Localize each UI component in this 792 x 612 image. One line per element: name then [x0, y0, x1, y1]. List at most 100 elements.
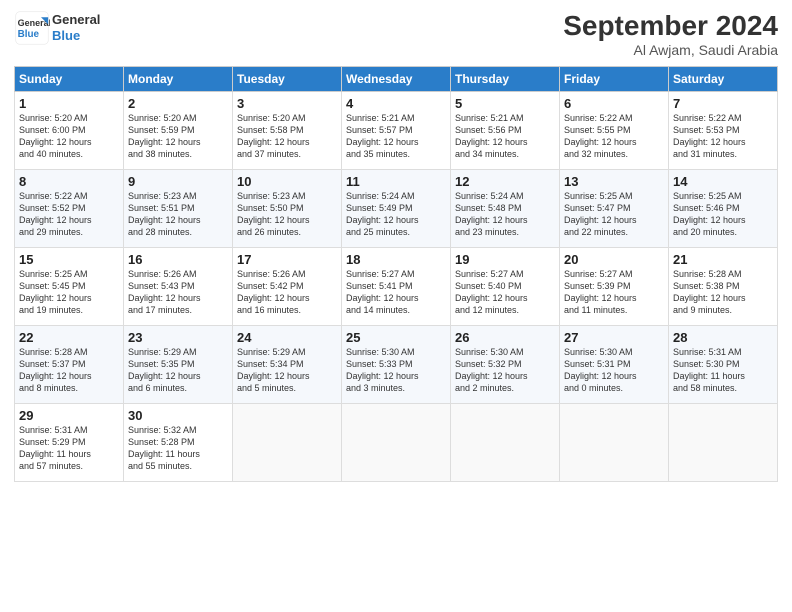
day-header-saturday: Saturday	[669, 67, 778, 92]
day-number: 19	[455, 252, 555, 267]
day-number: 29	[19, 408, 119, 423]
day-details: Sunrise: 5:29 AMSunset: 5:34 PMDaylight:…	[237, 346, 337, 395]
day-number: 4	[346, 96, 446, 111]
day-number: 10	[237, 174, 337, 189]
day-number: 12	[455, 174, 555, 189]
location-subtitle: Al Awjam, Saudi Arabia	[563, 42, 778, 58]
calendar-cell: 16Sunrise: 5:26 AMSunset: 5:43 PMDayligh…	[124, 248, 233, 326]
day-number: 15	[19, 252, 119, 267]
day-number: 3	[237, 96, 337, 111]
day-details: Sunrise: 5:31 AMSunset: 5:29 PMDaylight:…	[19, 424, 119, 473]
day-details: Sunrise: 5:31 AMSunset: 5:30 PMDaylight:…	[673, 346, 773, 395]
day-details: Sunrise: 5:24 AMSunset: 5:48 PMDaylight:…	[455, 190, 555, 239]
calendar-cell: 20Sunrise: 5:27 AMSunset: 5:39 PMDayligh…	[560, 248, 669, 326]
calendar-cell: 15Sunrise: 5:25 AMSunset: 5:45 PMDayligh…	[15, 248, 124, 326]
day-header-thursday: Thursday	[451, 67, 560, 92]
calendar-cell: 17Sunrise: 5:26 AMSunset: 5:42 PMDayligh…	[233, 248, 342, 326]
day-number: 26	[455, 330, 555, 345]
day-details: Sunrise: 5:20 AMSunset: 6:00 PMDaylight:…	[19, 112, 119, 161]
calendar-cell: 29Sunrise: 5:31 AMSunset: 5:29 PMDayligh…	[15, 404, 124, 482]
calendar-cell: 22Sunrise: 5:28 AMSunset: 5:37 PMDayligh…	[15, 326, 124, 404]
calendar-cell	[669, 404, 778, 482]
day-number: 11	[346, 174, 446, 189]
day-details: Sunrise: 5:25 AMSunset: 5:45 PMDaylight:…	[19, 268, 119, 317]
calendar-body: 1Sunrise: 5:20 AMSunset: 6:00 PMDaylight…	[15, 92, 778, 482]
calendar-cell	[233, 404, 342, 482]
day-number: 17	[237, 252, 337, 267]
day-header-friday: Friday	[560, 67, 669, 92]
day-number: 13	[564, 174, 664, 189]
calendar-week-4: 22Sunrise: 5:28 AMSunset: 5:37 PMDayligh…	[15, 326, 778, 404]
day-details: Sunrise: 5:20 AMSunset: 5:59 PMDaylight:…	[128, 112, 228, 161]
day-details: Sunrise: 5:27 AMSunset: 5:41 PMDaylight:…	[346, 268, 446, 317]
day-details: Sunrise: 5:22 AMSunset: 5:55 PMDaylight:…	[564, 112, 664, 161]
day-number: 6	[564, 96, 664, 111]
svg-text:Blue: Blue	[18, 29, 40, 40]
day-number: 23	[128, 330, 228, 345]
day-details: Sunrise: 5:32 AMSunset: 5:28 PMDaylight:…	[128, 424, 228, 473]
day-number: 22	[19, 330, 119, 345]
day-details: Sunrise: 5:23 AMSunset: 5:51 PMDaylight:…	[128, 190, 228, 239]
calendar-table: SundayMondayTuesdayWednesdayThursdayFrid…	[14, 66, 778, 482]
calendar-header-row: SundayMondayTuesdayWednesdayThursdayFrid…	[15, 67, 778, 92]
day-number: 9	[128, 174, 228, 189]
day-details: Sunrise: 5:26 AMSunset: 5:43 PMDaylight:…	[128, 268, 228, 317]
day-details: Sunrise: 5:24 AMSunset: 5:49 PMDaylight:…	[346, 190, 446, 239]
calendar-cell: 28Sunrise: 5:31 AMSunset: 5:30 PMDayligh…	[669, 326, 778, 404]
header: General Blue GeneralBlue September 2024 …	[14, 10, 778, 58]
day-details: Sunrise: 5:30 AMSunset: 5:33 PMDaylight:…	[346, 346, 446, 395]
calendar-week-2: 8Sunrise: 5:22 AMSunset: 5:52 PMDaylight…	[15, 170, 778, 248]
day-number: 5	[455, 96, 555, 111]
day-number: 16	[128, 252, 228, 267]
calendar-cell: 26Sunrise: 5:30 AMSunset: 5:32 PMDayligh…	[451, 326, 560, 404]
day-header-tuesday: Tuesday	[233, 67, 342, 92]
calendar-cell: 4Sunrise: 5:21 AMSunset: 5:57 PMDaylight…	[342, 92, 451, 170]
day-details: Sunrise: 5:21 AMSunset: 5:56 PMDaylight:…	[455, 112, 555, 161]
calendar-cell: 6Sunrise: 5:22 AMSunset: 5:55 PMDaylight…	[560, 92, 669, 170]
day-number: 30	[128, 408, 228, 423]
day-details: Sunrise: 5:20 AMSunset: 5:58 PMDaylight:…	[237, 112, 337, 161]
day-number: 7	[673, 96, 773, 111]
day-number: 20	[564, 252, 664, 267]
day-details: Sunrise: 5:25 AMSunset: 5:47 PMDaylight:…	[564, 190, 664, 239]
day-number: 2	[128, 96, 228, 111]
day-details: Sunrise: 5:30 AMSunset: 5:31 PMDaylight:…	[564, 346, 664, 395]
day-header-wednesday: Wednesday	[342, 67, 451, 92]
day-number: 8	[19, 174, 119, 189]
day-details: Sunrise: 5:27 AMSunset: 5:40 PMDaylight:…	[455, 268, 555, 317]
day-details: Sunrise: 5:29 AMSunset: 5:35 PMDaylight:…	[128, 346, 228, 395]
page-container: General Blue GeneralBlue September 2024 …	[0, 0, 792, 492]
calendar-week-5: 29Sunrise: 5:31 AMSunset: 5:29 PMDayligh…	[15, 404, 778, 482]
calendar-cell	[560, 404, 669, 482]
day-number: 27	[564, 330, 664, 345]
day-header-monday: Monday	[124, 67, 233, 92]
day-number: 1	[19, 96, 119, 111]
logo-text: GeneralBlue	[52, 12, 100, 43]
day-header-sunday: Sunday	[15, 67, 124, 92]
calendar-cell: 3Sunrise: 5:20 AMSunset: 5:58 PMDaylight…	[233, 92, 342, 170]
calendar-cell: 13Sunrise: 5:25 AMSunset: 5:47 PMDayligh…	[560, 170, 669, 248]
calendar-cell: 8Sunrise: 5:22 AMSunset: 5:52 PMDaylight…	[15, 170, 124, 248]
day-details: Sunrise: 5:23 AMSunset: 5:50 PMDaylight:…	[237, 190, 337, 239]
calendar-cell: 11Sunrise: 5:24 AMSunset: 5:49 PMDayligh…	[342, 170, 451, 248]
calendar-cell	[342, 404, 451, 482]
day-number: 14	[673, 174, 773, 189]
day-number: 25	[346, 330, 446, 345]
day-details: Sunrise: 5:22 AMSunset: 5:53 PMDaylight:…	[673, 112, 773, 161]
calendar-week-3: 15Sunrise: 5:25 AMSunset: 5:45 PMDayligh…	[15, 248, 778, 326]
month-title: September 2024	[563, 10, 778, 42]
logo-icon: General Blue	[14, 10, 50, 46]
calendar-cell: 7Sunrise: 5:22 AMSunset: 5:53 PMDaylight…	[669, 92, 778, 170]
title-block: September 2024 Al Awjam, Saudi Arabia	[563, 10, 778, 58]
calendar-cell: 25Sunrise: 5:30 AMSunset: 5:33 PMDayligh…	[342, 326, 451, 404]
calendar-cell: 21Sunrise: 5:28 AMSunset: 5:38 PMDayligh…	[669, 248, 778, 326]
calendar-cell: 30Sunrise: 5:32 AMSunset: 5:28 PMDayligh…	[124, 404, 233, 482]
calendar-cell	[451, 404, 560, 482]
calendar-cell: 24Sunrise: 5:29 AMSunset: 5:34 PMDayligh…	[233, 326, 342, 404]
calendar-cell: 18Sunrise: 5:27 AMSunset: 5:41 PMDayligh…	[342, 248, 451, 326]
day-details: Sunrise: 5:30 AMSunset: 5:32 PMDaylight:…	[455, 346, 555, 395]
day-number: 24	[237, 330, 337, 345]
logo: General Blue GeneralBlue	[14, 10, 100, 46]
day-details: Sunrise: 5:28 AMSunset: 5:37 PMDaylight:…	[19, 346, 119, 395]
calendar-cell: 2Sunrise: 5:20 AMSunset: 5:59 PMDaylight…	[124, 92, 233, 170]
